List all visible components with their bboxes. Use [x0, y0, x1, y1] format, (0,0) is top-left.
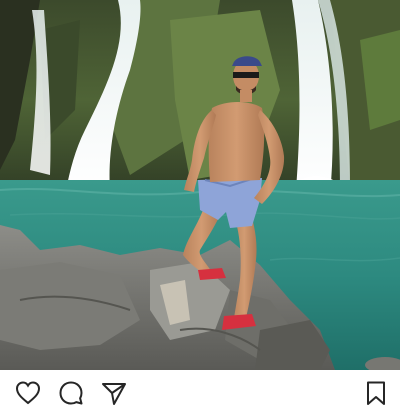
heart-icon[interactable] — [14, 379, 42, 407]
post-action-bar — [0, 370, 400, 405]
post-photo[interactable] — [0, 0, 400, 370]
post-photo-illustration — [0, 0, 400, 370]
paper-plane-icon[interactable] — [100, 379, 128, 407]
bookmark-icon[interactable] — [362, 379, 390, 407]
comment-bubble-icon[interactable] — [57, 379, 85, 407]
